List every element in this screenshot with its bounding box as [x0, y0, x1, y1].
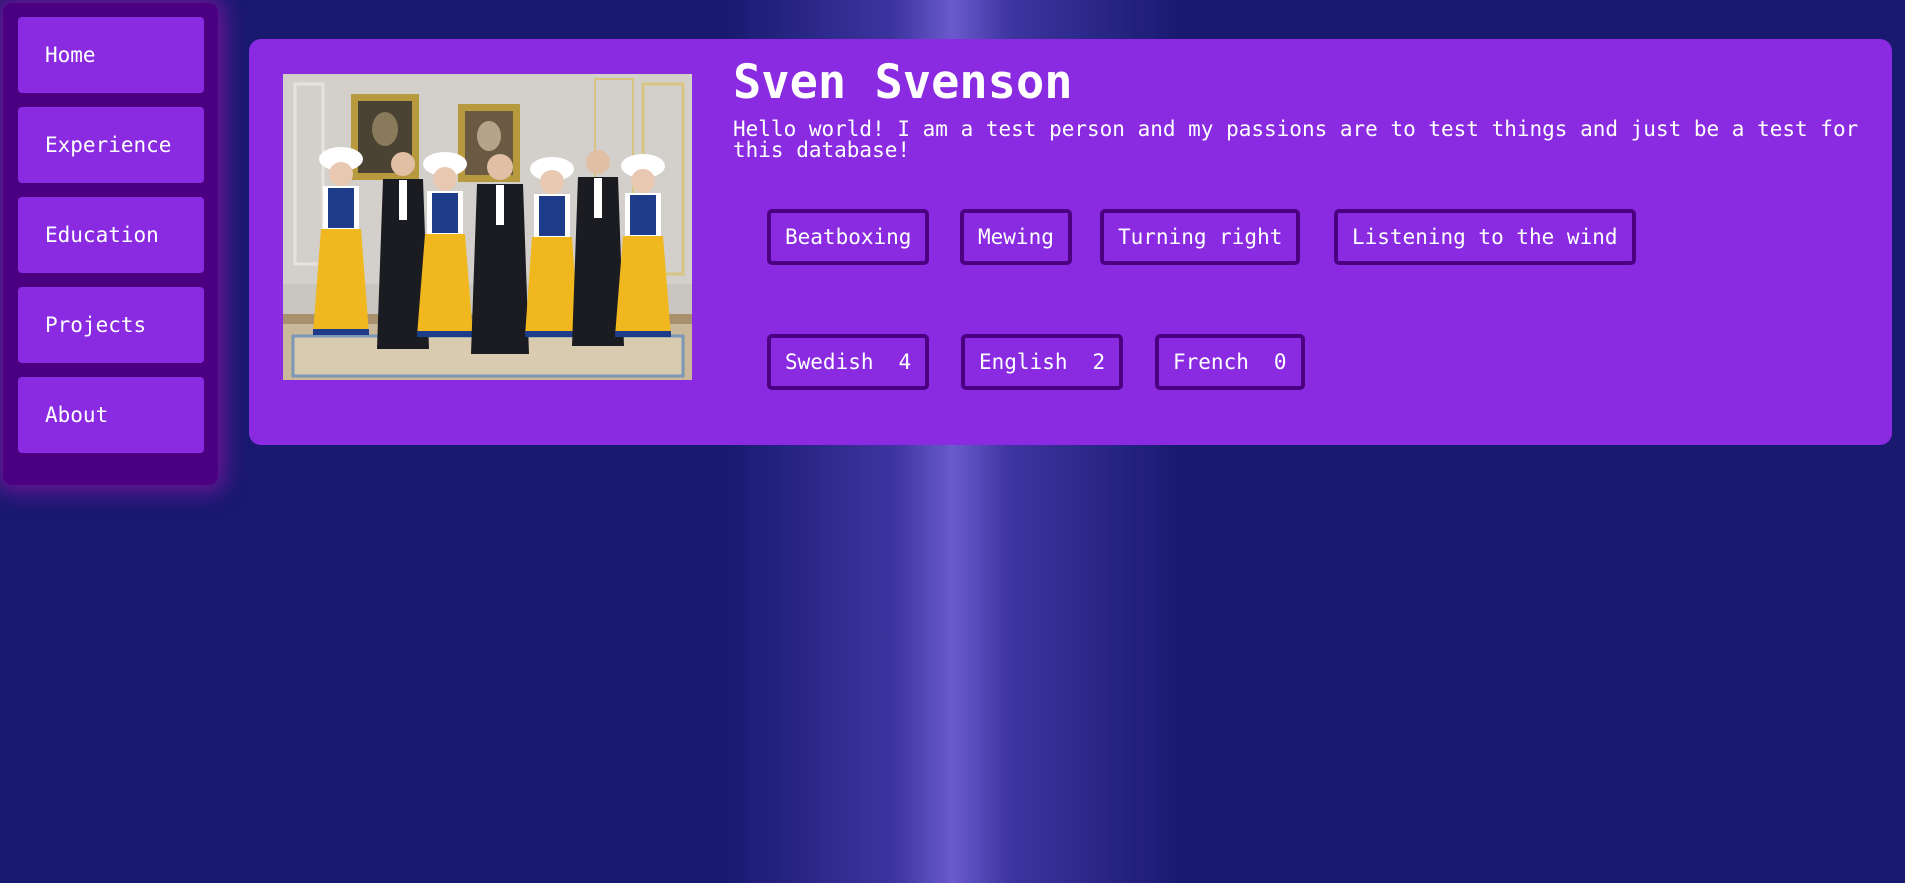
nav-home[interactable]: Home: [18, 17, 204, 93]
language-tag: English 2: [961, 334, 1124, 390]
language-tag: Swedish 4: [767, 334, 930, 390]
language-name: Swedish: [785, 350, 874, 374]
language-name: French: [1173, 350, 1249, 374]
language-level: 4: [898, 350, 912, 374]
profile-photo: [283, 74, 692, 380]
profile-name: Sven Svenson: [733, 55, 1073, 110]
language-level: 0: [1273, 350, 1287, 374]
language-level: 2: [1092, 350, 1106, 374]
language-name: English: [979, 350, 1068, 374]
hobby-tag: Beatboxing: [767, 209, 930, 265]
profile-card: Sven Svenson Hello world! I am a test pe…: [249, 39, 1892, 445]
hobby-tag: Turning right: [1100, 209, 1301, 265]
hobby-tag: Listening to the wind: [1334, 209, 1636, 265]
nav-about[interactable]: About: [18, 377, 204, 453]
nav-experience[interactable]: Experience: [18, 107, 204, 183]
nav-projects[interactable]: Projects: [18, 287, 204, 363]
sidebar: Home Experience Education Projects About: [3, 3, 218, 485]
language-tag: French 0: [1155, 334, 1305, 390]
profile-bio: Hello world! I am a test person and my p…: [733, 117, 1859, 162]
hobby-tag: Mewing: [960, 209, 1072, 265]
nav-education[interactable]: Education: [18, 197, 204, 273]
